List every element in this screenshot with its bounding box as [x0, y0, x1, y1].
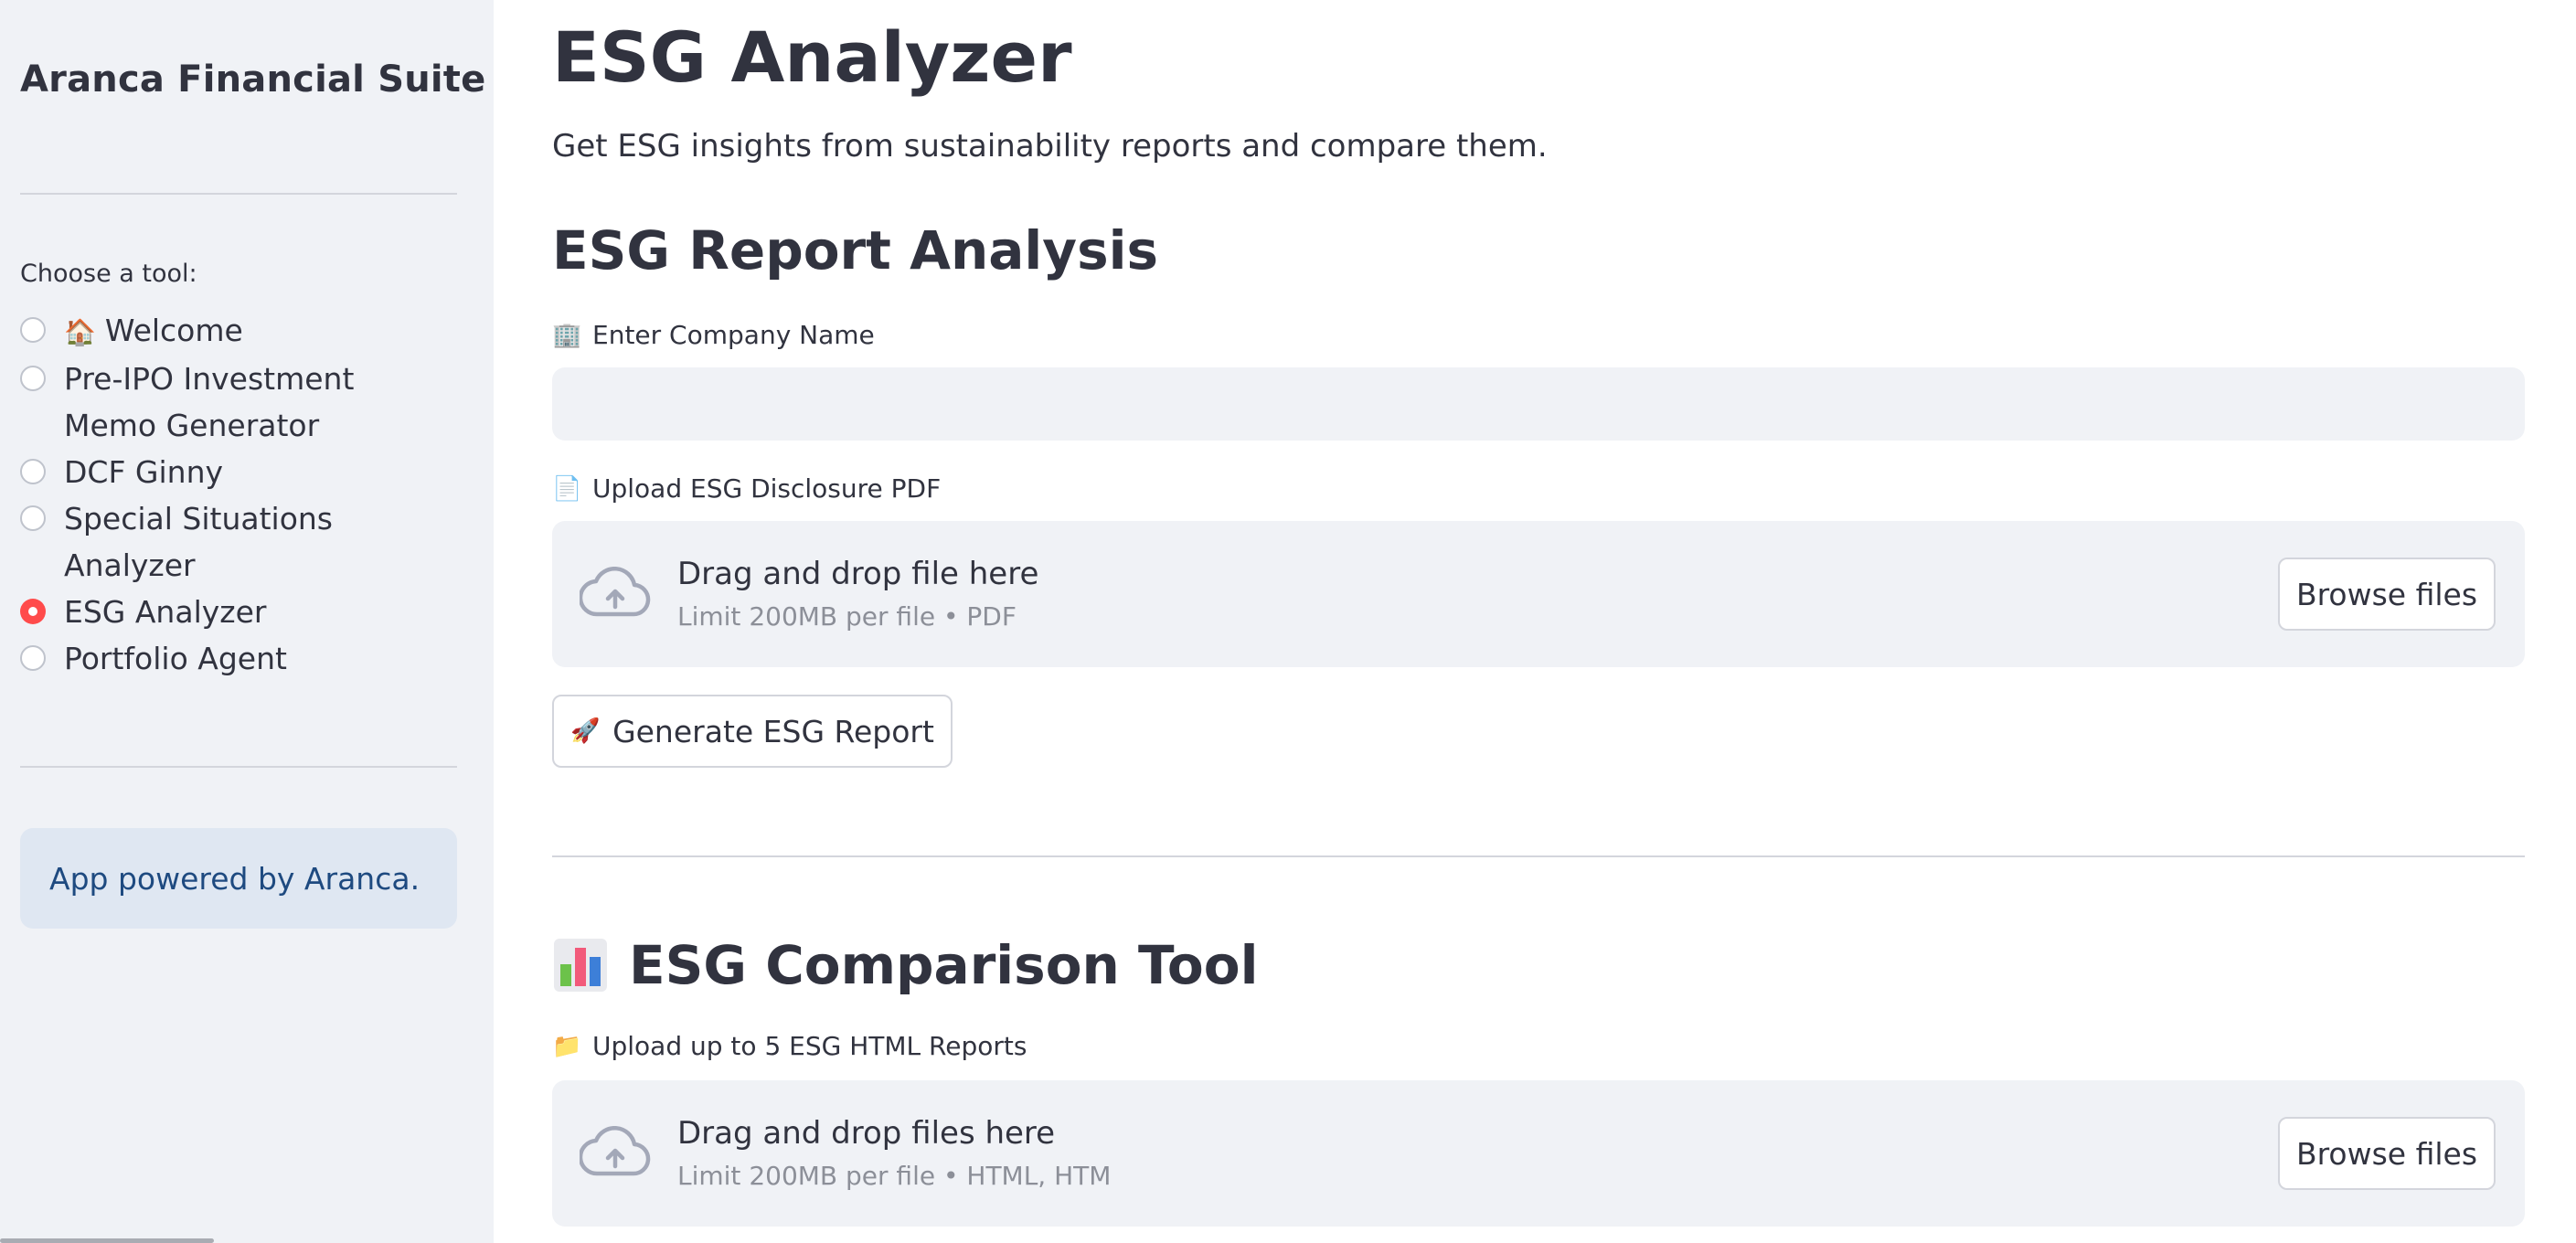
document-icon: 📄	[552, 474, 582, 503]
browse-files-button[interactable]: Browse files	[2278, 558, 2496, 631]
rocket-icon: 🚀	[570, 717, 601, 745]
company-name-input[interactable]	[552, 367, 2525, 441]
pdf-dropzone[interactable]: Drag and drop file here Limit 200MB per …	[552, 521, 2525, 667]
tool-radio-group: 🏠 Welcome Pre-IPO Investment Memo Generat…	[20, 307, 459, 682]
info-text: App powered by Aranca.	[49, 860, 420, 897]
html-dropzone[interactable]: Drag and drop files here Limit 200MB per…	[552, 1080, 2525, 1227]
radio-label: DCF Ginny	[64, 454, 224, 490]
folder-icon: 📁	[552, 1032, 582, 1060]
radio-label: ESG Analyzer	[64, 594, 267, 630]
office-building-icon: 🏢	[552, 321, 582, 349]
button-label: Generate ESG Report	[612, 713, 934, 749]
bar-chart-icon	[552, 937, 609, 993]
page-title: ESG Analyzer	[552, 16, 1072, 98]
dropzone-limit: Limit 200MB per file • HTML, HTM	[677, 1161, 1112, 1191]
dropzone-limit: Limit 200MB per file • PDF	[677, 601, 1017, 632]
radio-label: Special Situations Analyzer	[64, 501, 333, 583]
sidebar-info-box: App powered by Aranca.	[20, 828, 457, 929]
html-upload-label: 📁 Upload up to 5 ESG HTML Reports	[552, 1031, 1027, 1061]
browse-files-button[interactable]: Browse files	[2278, 1117, 2496, 1190]
radio-button[interactable]	[20, 366, 46, 391]
dropzone-instructions: Drag and drop file here	[677, 556, 1039, 592]
pdf-upload-label: 📄 Upload ESG Disclosure PDF	[552, 473, 942, 504]
section-divider	[552, 855, 2525, 857]
section-title-report-analysis: ESG Report Analysis	[552, 219, 1159, 282]
radio-button[interactable]	[20, 459, 46, 484]
radio-button-selected[interactable]	[20, 599, 46, 624]
radio-button[interactable]	[20, 645, 46, 671]
sidebar-divider	[20, 193, 457, 195]
cloud-upload-icon	[580, 567, 651, 617]
generate-esg-report-button[interactable]: 🚀 Generate ESG Report	[552, 695, 953, 768]
radio-option-dcf-ginny[interactable]: DCF Ginny	[20, 449, 459, 495]
radio-option-special-situations[interactable]: Special Situations Analyzer	[20, 495, 459, 589]
cloud-upload-icon	[580, 1126, 651, 1176]
radio-option-portfolio-agent[interactable]: Portfolio Agent	[20, 635, 459, 682]
radio-option-welcome[interactable]: 🏠 Welcome	[20, 307, 459, 356]
radio-label: Pre-IPO Investment Memo Generator	[64, 361, 355, 443]
radio-label: Portfolio Agent	[64, 641, 287, 676]
tool-radio-caption: Choose a tool:	[20, 260, 197, 288]
dropzone-instructions: Drag and drop files here	[677, 1115, 1056, 1152]
main-content: ESG Analyzer Get ESG insights from susta…	[552, 0, 2527, 1243]
sidebar-divider	[20, 766, 457, 768]
radio-button[interactable]	[20, 317, 46, 343]
sidebar-title: Aranca Financial Suite	[20, 58, 486, 101]
radio-option-pre-ipo[interactable]: Pre-IPO Investment Memo Generator	[20, 356, 459, 449]
sidebar-scrollbar[interactable]	[0, 1238, 214, 1243]
company-name-label: 🏢 Enter Company Name	[552, 320, 875, 350]
radio-label: 🏠 Welcome	[64, 313, 243, 348]
radio-button[interactable]	[20, 505, 46, 531]
page-description: Get ESG insights from sustainability rep…	[552, 128, 1548, 165]
house-icon: 🏠	[64, 317, 96, 347]
section-title-comparison: ESG Comparison Tool	[552, 934, 1258, 996]
radio-option-esg-analyzer[interactable]: ESG Analyzer	[20, 589, 459, 635]
sidebar: Aranca Financial Suite Choose a tool: 🏠 W…	[0, 0, 494, 1243]
